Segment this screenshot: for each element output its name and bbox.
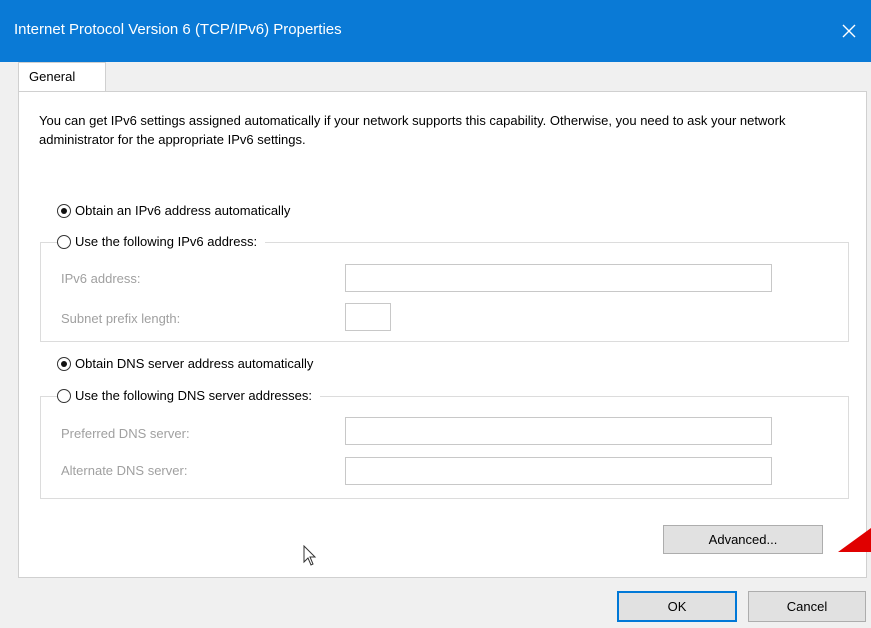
subnet-prefix-label: Subnet prefix length: xyxy=(61,311,181,326)
ipv6-address-input[interactable] xyxy=(345,264,772,292)
subnet-prefix-input[interactable] xyxy=(345,303,391,331)
dns-auto-label: Obtain DNS server address automatically xyxy=(75,356,314,371)
close-button[interactable] xyxy=(829,12,871,50)
close-icon xyxy=(842,24,856,38)
ipv6-address-label: IPv6 address: xyxy=(61,271,141,286)
description-text: You can get IPv6 settings assigned autom… xyxy=(39,113,786,147)
advanced-button[interactable]: Advanced... xyxy=(663,525,823,554)
red-arrow-annotation-icon xyxy=(838,528,871,552)
ipv6-manual-group xyxy=(40,242,849,342)
title-bar[interactable]: Internet Protocol Version 6 (TCP/IPv6) P… xyxy=(0,0,871,62)
general-panel: You can get IPv6 settings assigned autom… xyxy=(18,91,867,578)
ipv6-auto-label: Obtain an IPv6 address automatically xyxy=(75,203,291,218)
ok-button[interactable]: OK xyxy=(617,591,737,622)
dns-auto-option[interactable]: Obtain DNS server address automatically xyxy=(57,356,313,371)
ipv6-auto-radio[interactable] xyxy=(57,203,71,218)
ipv6-manual-radio[interactable] xyxy=(57,234,71,249)
window-title: Internet Protocol Version 6 (TCP/IPv6) P… xyxy=(14,21,342,38)
dns-manual-option[interactable]: Use the following DNS server addresses: xyxy=(57,388,320,403)
tab-general-label: General xyxy=(29,69,76,84)
ipv6-properties-dialog: Internet Protocol Version 6 (TCP/IPv6) P… xyxy=(0,0,871,628)
ipv6-manual-option[interactable]: Use the following IPv6 address: xyxy=(57,234,266,249)
preferred-dns-label: Preferred DNS server: xyxy=(61,426,190,441)
ipv6-auto-option[interactable]: Obtain an IPv6 address automatically xyxy=(57,203,290,218)
dns-manual-label: Use the following DNS server addresses: xyxy=(75,388,312,403)
ipv6-manual-label: Use the following IPv6 address: xyxy=(75,234,258,249)
dns-manual-radio[interactable] xyxy=(57,388,71,403)
dns-auto-radio[interactable] xyxy=(57,356,71,371)
tab-general[interactable]: General xyxy=(18,62,106,92)
alternate-dns-input[interactable] xyxy=(345,457,772,485)
alternate-dns-label: Alternate DNS server: xyxy=(61,463,188,478)
mouse-cursor-icon xyxy=(303,545,317,566)
preferred-dns-input[interactable] xyxy=(345,417,772,445)
cancel-button[interactable]: Cancel xyxy=(748,591,866,622)
